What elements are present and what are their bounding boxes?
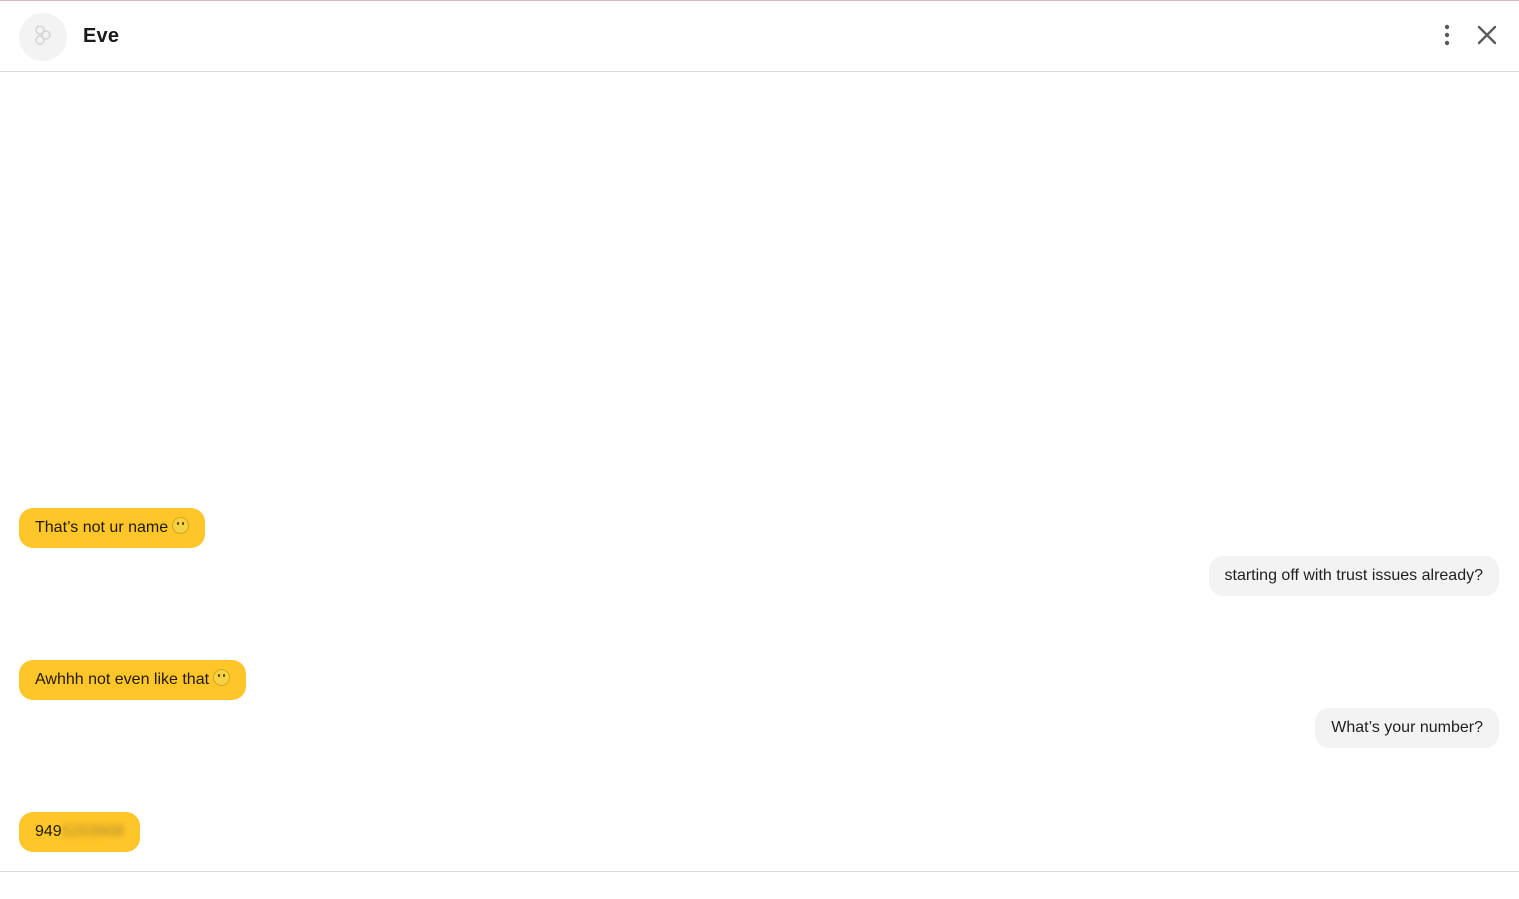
message-list[interactable]: That’s not ur name starting off with tru… bbox=[0, 73, 1519, 871]
message-bubble-outgoing[interactable]: What’s your number? bbox=[1315, 708, 1499, 748]
avatar[interactable] bbox=[19, 13, 67, 61]
message-bubble-incoming[interactable]: That’s not ur name bbox=[19, 508, 206, 548]
thinking-face-icon bbox=[172, 517, 190, 534]
close-button[interactable] bbox=[1471, 21, 1503, 53]
message-text: 949 bbox=[35, 823, 62, 840]
more-options-button[interactable] bbox=[1431, 21, 1463, 53]
weary-face-icon bbox=[213, 669, 231, 686]
close-icon bbox=[1477, 25, 1497, 50]
chat-header: Eve bbox=[0, 1, 1519, 72]
redacted-number: 5203908 bbox=[61, 823, 124, 840]
message-text: Awhhh not even like that bbox=[35, 671, 210, 688]
message-text: That’s not ur name bbox=[35, 519, 169, 536]
contact-name: Eve bbox=[83, 25, 120, 47]
message-bubble-outgoing[interactable]: starting off with trust issues already? bbox=[1208, 556, 1499, 596]
message-bubble-incoming[interactable]: 9495203908 bbox=[19, 812, 140, 852]
message-bubble-incoming[interactable]: Awhhh not even like that bbox=[19, 660, 247, 700]
message-text: What’s your number? bbox=[1331, 719, 1483, 736]
composer-divider bbox=[0, 871, 1519, 872]
message-text: starting off with trust issues already? bbox=[1224, 567, 1484, 584]
bumble-logo-icon bbox=[32, 24, 54, 51]
more-vertical-icon bbox=[1444, 24, 1450, 51]
